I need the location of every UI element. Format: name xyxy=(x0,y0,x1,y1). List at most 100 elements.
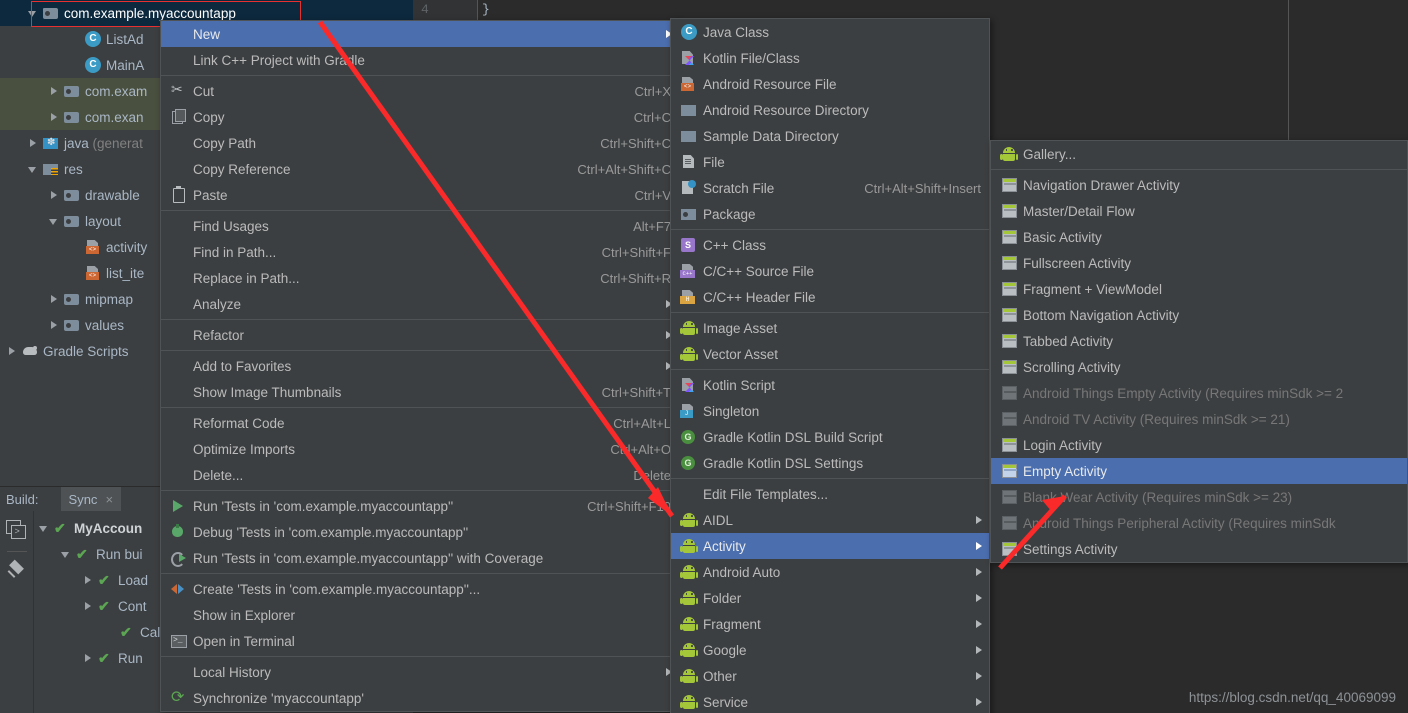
chevron-right-icon[interactable] xyxy=(48,293,61,306)
menu-item[interactable]: Fragment xyxy=(671,611,989,637)
menu-item[interactable]: Empty Activity xyxy=(991,458,1407,484)
menu-item[interactable]: Image Asset xyxy=(671,315,989,341)
context-menu[interactable]: New Link C++ Project with Gradle Cut Ctrl+X… xyxy=(160,20,680,712)
menu-item[interactable]: C/C++ Source File xyxy=(671,258,989,284)
chevron-down-icon[interactable] xyxy=(48,215,61,228)
menu-item[interactable]: Create 'Tests in 'com.example.myaccounta… xyxy=(161,576,679,602)
build-side-toolbar[interactable]: > xyxy=(0,511,34,713)
menu-item[interactable]: Vector Asset xyxy=(671,341,989,367)
menu-item[interactable]: Run 'Tests in 'com.example.myaccountapp'… xyxy=(161,493,679,519)
menu-item[interactable]: Scrolling Activity xyxy=(991,354,1407,380)
submenu-arrow-icon xyxy=(976,672,982,680)
chevron-right-icon[interactable] xyxy=(48,85,61,98)
menu-item[interactable]: Analyze xyxy=(161,291,679,317)
menu-item[interactable]: Package xyxy=(671,201,989,227)
android-robot-icon xyxy=(679,346,699,362)
menu-item[interactable]: Navigation Drawer Activity xyxy=(991,172,1407,198)
menu-item[interactable]: AIDL xyxy=(671,507,989,533)
menu-item[interactable]: Find Usages Alt+F7 xyxy=(161,213,679,239)
menu-item[interactable]: Other xyxy=(671,663,989,689)
chevron-right-icon[interactable] xyxy=(82,652,95,665)
menu-item[interactable]: Delete... Delete xyxy=(161,462,679,488)
menu-item[interactable]: Basic Activity xyxy=(991,224,1407,250)
menu-item[interactable]: Copy Path Ctrl+Shift+C xyxy=(161,130,679,156)
menu-item[interactable]: Replace in Path... Ctrl+Shift+R xyxy=(161,265,679,291)
menu-item[interactable]: Debug 'Tests in 'com.example.myaccountap… xyxy=(161,519,679,545)
new-submenu[interactable]: Java Class Kotlin File/Class Android Resou… xyxy=(670,18,990,713)
folder-icon xyxy=(64,213,80,229)
menu-item[interactable]: Show in Explorer xyxy=(161,602,679,628)
menu-item[interactable]: Android Things Empty Activity (Requires … xyxy=(991,380,1407,406)
build-tab-sync[interactable]: Sync × xyxy=(60,487,122,511)
menu-item-label: Refactor xyxy=(193,327,245,343)
menu-item[interactable]: File xyxy=(671,149,989,175)
menu-item[interactable]: Show Image Thumbnails Ctrl+Shift+T xyxy=(161,379,679,405)
menu-item[interactable]: Kotlin File/Class xyxy=(671,45,989,71)
chevron-down-icon[interactable] xyxy=(38,522,51,535)
menu-item[interactable]: Run 'Tests in 'com.example.myaccountapp'… xyxy=(161,545,679,571)
menu-item[interactable]: Tabbed Activity xyxy=(991,328,1407,354)
menu-item[interactable]: Android Resource File xyxy=(671,71,989,97)
menu-item[interactable]: Refactor xyxy=(161,322,679,348)
menu-item[interactable]: Gradle Kotlin DSL Settings xyxy=(671,450,989,476)
menu-item[interactable]: C++ Class xyxy=(671,232,989,258)
activity-submenu[interactable]: Gallery... Navigation Drawer Activity Mast… xyxy=(990,140,1408,563)
console-icon[interactable]: > xyxy=(4,517,30,543)
directory-icon xyxy=(679,102,699,118)
menu-item[interactable]: Kotlin Script xyxy=(671,372,989,398)
menu-item[interactable]: Service xyxy=(671,689,989,713)
chevron-right-icon[interactable] xyxy=(82,600,95,613)
menu-item[interactable]: Java Class xyxy=(671,19,989,45)
chevron-right-icon[interactable] xyxy=(48,111,61,124)
chevron-down-icon[interactable] xyxy=(27,7,40,20)
menu-item[interactable]: Link C++ Project with Gradle xyxy=(161,47,679,73)
chevron-right-icon[interactable] xyxy=(27,137,40,150)
menu-item[interactable]: Paste Ctrl+V xyxy=(161,182,679,208)
menu-item[interactable]: Sample Data Directory xyxy=(671,123,989,149)
close-icon[interactable]: × xyxy=(105,492,113,507)
menu-item-label: Gradle Kotlin DSL Build Script xyxy=(703,429,883,445)
menu-item[interactable]: Fullscreen Activity xyxy=(991,250,1407,276)
chevron-right-icon[interactable] xyxy=(48,319,61,332)
menu-item-label: Open in Terminal xyxy=(193,633,295,649)
menu-item[interactable]: Fragment + ViewModel xyxy=(991,276,1407,302)
menu-item[interactable]: Activity xyxy=(671,533,989,559)
menu-item[interactable]: Bottom Navigation Activity xyxy=(991,302,1407,328)
menu-item[interactable]: Singleton xyxy=(671,398,989,424)
menu-item[interactable]: Login Activity xyxy=(991,432,1407,458)
icon-placeholder xyxy=(169,296,189,312)
menu-item[interactable]: Copy Ctrl+C xyxy=(161,104,679,130)
chevron-down-icon[interactable] xyxy=(60,548,73,561)
menu-item[interactable]: Android Resource Directory xyxy=(671,97,989,123)
menu-item[interactable]: Blank Wear Activity (Requires minSdk >= … xyxy=(991,484,1407,510)
menu-item[interactable]: Reformat Code Ctrl+Alt+L xyxy=(161,410,679,436)
menu-item[interactable]: C/C++ Header File xyxy=(671,284,989,310)
menu-item[interactable]: Gallery... xyxy=(991,141,1407,167)
menu-item[interactable]: Copy Reference Ctrl+Alt+Shift+C xyxy=(161,156,679,182)
menu-item[interactable]: Add to Favorites xyxy=(161,353,679,379)
menu-item[interactable]: Cut Ctrl+X xyxy=(161,78,679,104)
menu-item[interactable]: Master/Detail Flow xyxy=(991,198,1407,224)
menu-item[interactable]: Google xyxy=(671,637,989,663)
chevron-right-icon[interactable] xyxy=(6,345,19,358)
menu-item[interactable]: Settings Activity xyxy=(991,536,1407,562)
menu-item[interactable]: Android TV Activity (Requires minSdk >= … xyxy=(991,406,1407,432)
menu-item[interactable]: Open in Terminal xyxy=(161,628,679,654)
menu-item[interactable]: Optimize Imports Ctrl+Alt+O xyxy=(161,436,679,462)
menu-item[interactable]: New xyxy=(161,21,679,47)
menu-item-label: Copy Reference xyxy=(193,161,291,177)
chevron-right-icon[interactable] xyxy=(48,189,61,202)
chevron-right-icon[interactable] xyxy=(82,574,95,587)
menu-item[interactable]: Folder xyxy=(671,585,989,611)
template-thumbnail-icon xyxy=(999,307,1019,323)
menu-item[interactable]: Android Auto xyxy=(671,559,989,585)
menu-item[interactable]: Find in Path... Ctrl+Shift+F xyxy=(161,239,679,265)
menu-item[interactable]: Android Things Peripheral Activity (Requ… xyxy=(991,510,1407,536)
pin-icon[interactable] xyxy=(4,560,30,586)
chevron-down-icon[interactable] xyxy=(27,163,40,176)
menu-item[interactable]: Edit File Templates... xyxy=(671,481,989,507)
menu-item[interactable]: Local History xyxy=(161,659,679,685)
menu-item[interactable]: Synchronize 'myaccountapp' xyxy=(161,685,679,711)
menu-item[interactable]: Scratch File Ctrl+Alt+Shift+Insert xyxy=(671,175,989,201)
menu-item[interactable]: Gradle Kotlin DSL Build Script xyxy=(671,424,989,450)
